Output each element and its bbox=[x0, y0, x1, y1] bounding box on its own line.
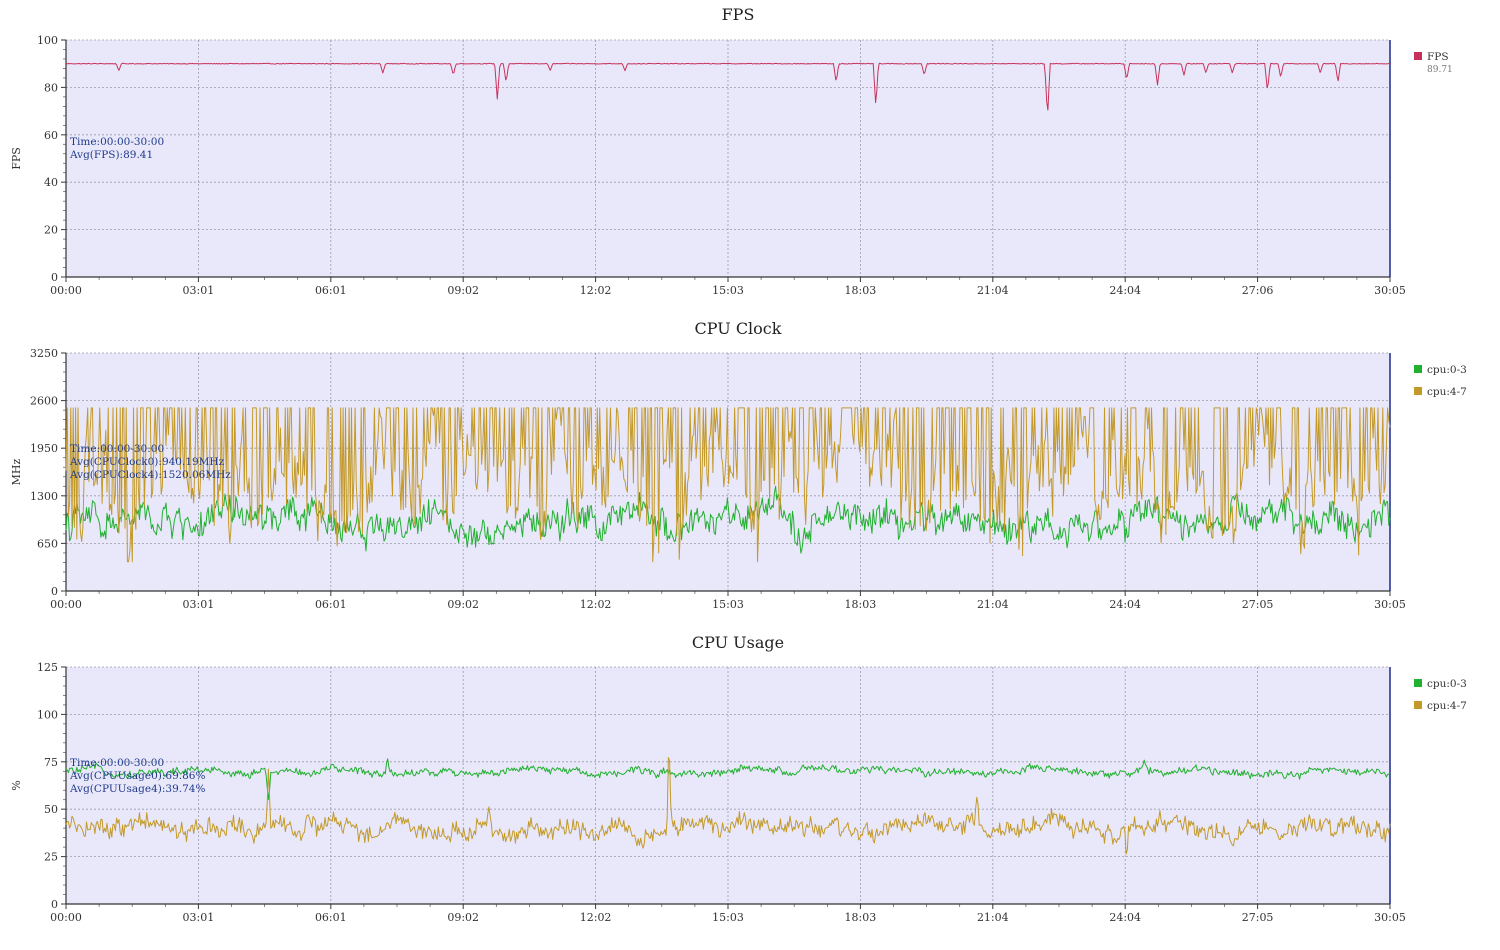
x-tick-label: 18:03 bbox=[845, 911, 877, 924]
x-tick-label: 18:03 bbox=[845, 284, 877, 297]
x-tick-label: 09:02 bbox=[447, 284, 479, 297]
legend-label: FPS bbox=[1427, 51, 1449, 63]
stats-annotation: Time:00:00-30:00 bbox=[70, 136, 164, 148]
y-tick-label: 25 bbox=[44, 851, 58, 864]
y-tick-label: 75 bbox=[44, 756, 58, 769]
legend-label: cpu:0-3 bbox=[1427, 678, 1467, 690]
x-tick-label: 18:03 bbox=[845, 598, 877, 611]
y-tick-label: 40 bbox=[44, 176, 58, 189]
x-tick-label: 09:02 bbox=[447, 911, 479, 924]
x-tick-label: 06:01 bbox=[315, 284, 347, 297]
x-tick-label: 24:04 bbox=[1109, 284, 1141, 297]
x-tick-label: 21:04 bbox=[977, 911, 1009, 924]
stats-annotation: Time:00:00-30:00 bbox=[70, 443, 164, 455]
y-tick-label: 0 bbox=[51, 585, 58, 598]
y-tick-label: 100 bbox=[37, 34, 58, 47]
x-tick-label: 00:00 bbox=[50, 284, 82, 297]
chart-title: FPS bbox=[722, 5, 755, 24]
chart-cpu-clock: CPU Clock 0 650 1300 1950 2600 3250 00:00 03:01 0… bbox=[10, 319, 1467, 611]
legend-swatch bbox=[1414, 387, 1422, 395]
x-tick-label: 03:01 bbox=[183, 598, 215, 611]
y-tick-label: 3250 bbox=[30, 347, 58, 360]
y-tick-label: 1950 bbox=[30, 442, 58, 455]
x-tick-label: 09:02 bbox=[447, 598, 479, 611]
x-tick-label: 03:01 bbox=[183, 284, 215, 297]
y-tick-label: 0 bbox=[51, 271, 58, 284]
x-tick-label: 30:05 bbox=[1374, 598, 1406, 611]
stats-annotation: Avg(CPUClock4):1520.06MHz bbox=[69, 469, 231, 481]
stats-annotation: Avg(CPUClock0):940.19MHz bbox=[69, 456, 225, 468]
y-tick-label: 50 bbox=[44, 803, 58, 816]
y-tick-label: 2600 bbox=[30, 395, 58, 408]
x-tick-label: 03:01 bbox=[183, 911, 215, 924]
y-tick-label: 100 bbox=[37, 708, 58, 721]
x-tick-label: 30:05 bbox=[1374, 284, 1406, 297]
x-tick-label: 30:05 bbox=[1374, 911, 1406, 924]
x-tick-label: 12:02 bbox=[580, 598, 612, 611]
x-tick-label: 24:04 bbox=[1109, 911, 1141, 924]
y-axis-label: MHz bbox=[10, 458, 23, 485]
x-tick-label: 21:04 bbox=[977, 598, 1009, 611]
legend-swatch bbox=[1414, 365, 1422, 373]
x-tick-label: 00:00 bbox=[50, 911, 82, 924]
stats-annotation: Avg(CPUUsage0):69.86% bbox=[69, 770, 205, 782]
y-tick-label: 125 bbox=[37, 661, 58, 674]
x-tick-label: 12:02 bbox=[580, 911, 612, 924]
y-tick-label: 0 bbox=[51, 898, 58, 911]
legend-label: cpu:4-7 bbox=[1427, 386, 1467, 398]
charts-svg: FPS 0 20 40 60 80 100 00:00 03:01 06:01 09:02 12:02… bbox=[10, 5, 1467, 924]
legend-label: cpu:0-3 bbox=[1427, 364, 1467, 376]
x-tick-label: 27:06 bbox=[1242, 284, 1274, 297]
x-tick-label: 00:00 bbox=[50, 598, 82, 611]
y-tick-label: 80 bbox=[44, 81, 58, 94]
x-tick-label: 27:05 bbox=[1242, 598, 1274, 611]
x-tick-label: 21:04 bbox=[977, 284, 1009, 297]
y-tick-label: 20 bbox=[44, 224, 58, 237]
legend-swatch bbox=[1414, 679, 1422, 687]
legend-swatch bbox=[1414, 52, 1422, 60]
chart-title: CPU Clock bbox=[695, 319, 782, 338]
y-axis-label: % bbox=[10, 780, 23, 790]
chart-cpu-usage: CPU Usage 0 25 50 75 100 125 00:00 03:01 06:01 09:… bbox=[10, 633, 1467, 924]
x-tick-label: 15:03 bbox=[712, 911, 744, 924]
x-tick-label: 27:05 bbox=[1242, 911, 1274, 924]
chart-fps: FPS 0 20 40 60 80 100 00:00 03:01 06:01 09:02 12:02… bbox=[10, 5, 1453, 297]
stats-annotation: Avg(FPS):89.41 bbox=[69, 149, 153, 161]
chart-title: CPU Usage bbox=[692, 633, 784, 652]
chart-figure: FPS 0 20 40 60 80 100 00:00 03:01 06:01 09:02 12:02… bbox=[0, 0, 1500, 946]
y-tick-label: 1300 bbox=[30, 490, 58, 503]
stats-annotation: Time:00:00-30:00 bbox=[70, 757, 164, 769]
y-axis-label: FPS bbox=[10, 147, 23, 170]
y-tick-label: 650 bbox=[37, 537, 58, 550]
x-tick-label: 06:01 bbox=[315, 598, 347, 611]
legend-value: 89.71 bbox=[1427, 65, 1453, 75]
x-tick-label: 24:04 bbox=[1109, 598, 1141, 611]
x-tick-label: 12:02 bbox=[580, 284, 612, 297]
stats-annotation: Avg(CPUUsage4):39.74% bbox=[69, 783, 205, 795]
y-tick-label: 60 bbox=[44, 129, 58, 142]
x-tick-label: 15:03 bbox=[712, 598, 744, 611]
legend-label: cpu:4-7 bbox=[1427, 700, 1467, 712]
x-tick-label: 06:01 bbox=[315, 911, 347, 924]
x-tick-label: 15:03 bbox=[712, 284, 744, 297]
legend-swatch bbox=[1414, 701, 1422, 709]
